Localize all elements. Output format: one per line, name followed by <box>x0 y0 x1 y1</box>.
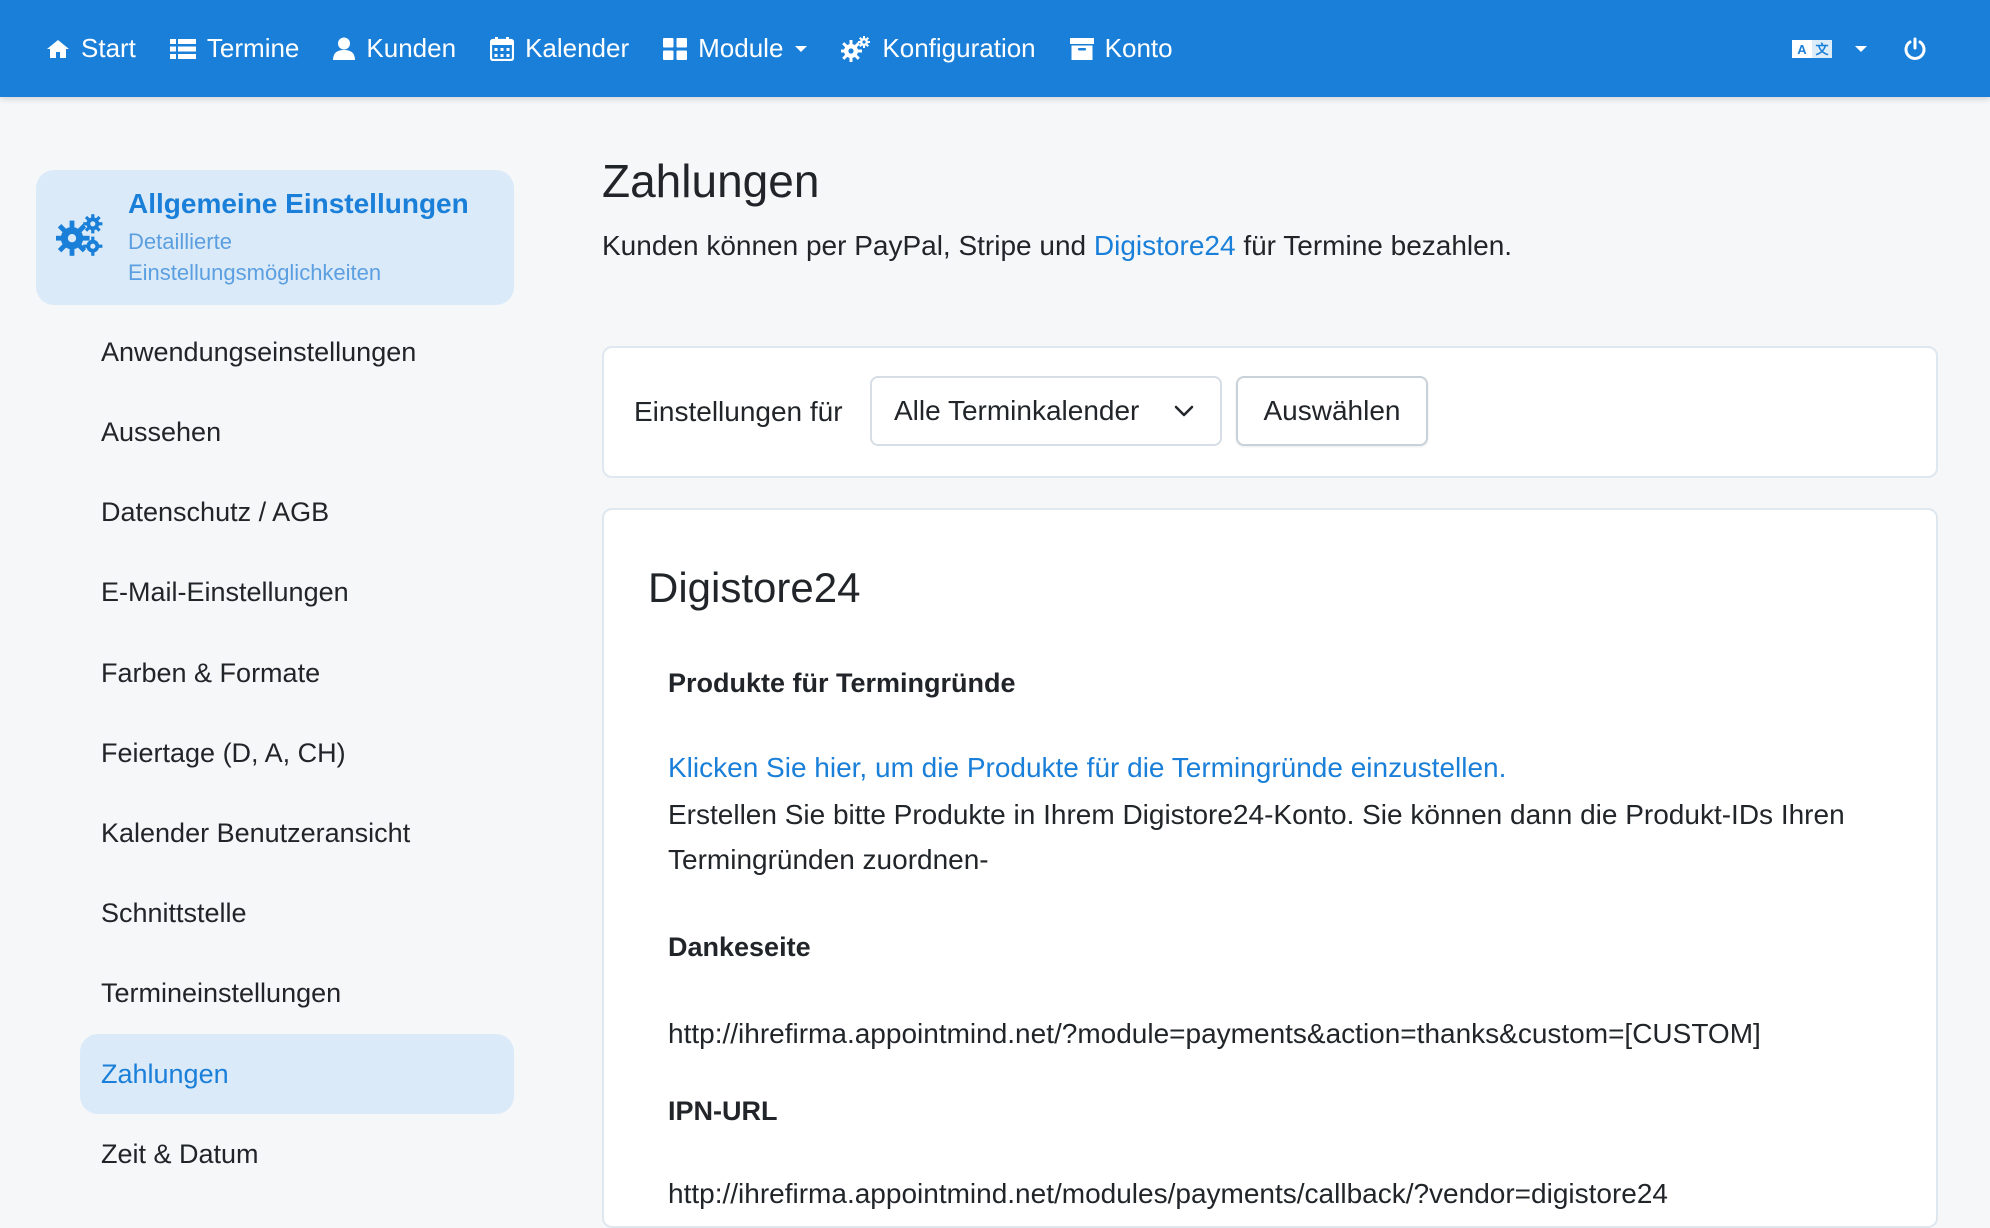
digistore24-card: Digistore24 Produkte für Termingründe Kl… <box>602 508 1938 1228</box>
language-icon: A文 <box>1792 39 1832 58</box>
svg-text:A: A <box>1797 42 1807 57</box>
nav-start-label: Start <box>81 33 136 63</box>
nav-termine[interactable]: Termine <box>153 0 316 97</box>
products-heading: Produkte für Termingründe <box>668 668 1016 698</box>
ipn-heading: IPN-URL <box>668 1096 778 1126</box>
nav-kunden[interactable]: Kunden <box>316 0 473 97</box>
sidebar-item-anwendungseinstellungen[interactable]: Anwendungseinstellungen <box>80 312 514 392</box>
select-button[interactable]: Auswählen <box>1236 376 1428 446</box>
nav-konfiguration-label: Konfiguration <box>882 33 1036 63</box>
nav-termine-label: Termine <box>206 33 300 63</box>
intro-text-start: Kunden können per PayPal, Stripe und <box>602 230 1094 261</box>
nav-kalender[interactable]: Kalender <box>473 0 646 97</box>
digistore24-link[interactable]: Digistore24 <box>1094 230 1236 261</box>
nav-module[interactable]: Module <box>646 0 824 97</box>
intro-text: Kunden können per PayPal, Stripe und Dig… <box>602 230 1512 262</box>
thanks-url: http://ihrefirma.appointmind.net/?module… <box>668 1018 1761 1049</box>
sidebar-item-schnittstelle[interactable]: Schnittstelle <box>80 873 514 953</box>
intro-text-end: für Termine bezahlen. <box>1235 230 1513 261</box>
chevron-down-icon <box>1855 45 1867 52</box>
language-menu[interactable]: A文 <box>1774 0 1885 97</box>
nav-konto[interactable]: Konto <box>1053 0 1190 97</box>
nav-module-label: Module <box>698 33 784 63</box>
ipn-url: http://ihrefirma.appointmind.net/modules… <box>668 1178 1669 1209</box>
calendar-select-value: Alle Terminkalender <box>894 395 1140 426</box>
calendar-settings-card: Einstellungen für Alle Terminkalender Au… <box>602 346 1938 478</box>
svg-text:文: 文 <box>1815 42 1829 57</box>
sidebar-item-datenschutz[interactable]: Datenschutz / AGB <box>80 472 514 552</box>
calendar-icon <box>490 36 515 61</box>
settings-for-label: Einstellungen für <box>634 396 843 427</box>
chevron-down-icon <box>795 45 808 52</box>
products-config-link[interactable]: Klicken Sie hier, um die Produkte für di… <box>668 752 1506 784</box>
sidebar-item-zahlungen[interactable]: Zahlungen <box>80 1034 514 1114</box>
user-icon <box>333 37 356 60</box>
home-icon <box>47 39 69 58</box>
products-description: Erstellen Sie bitte Produkte in Ihrem Di… <box>668 799 1845 875</box>
nav-start[interactable]: Start <box>0 0 153 97</box>
page-title: Zahlungen <box>602 155 820 207</box>
nav-kalender-label: Kalender <box>525 33 630 63</box>
sidebar-item-kalender-benutzeransicht[interactable]: Kalender Benutzeransicht <box>80 793 514 873</box>
nav-kunden-label: Kunden <box>366 33 457 63</box>
sidebar-header-subtitle: Detaillierte Einstellungsmöglichkeiten <box>128 229 382 285</box>
calendar-select[interactable]: Alle Terminkalender <box>870 376 1222 446</box>
gears-icon <box>54 214 103 256</box>
sidebar-item-feiertage[interactable]: Feiertage (D, A, CH) <box>80 713 514 793</box>
list-icon <box>169 38 196 59</box>
top-navbar: Start Termine Kunden Kalender Module Kon… <box>0 0 1990 97</box>
gears-icon <box>841 35 871 62</box>
archive-icon <box>1069 37 1094 60</box>
sidebar-item-termineinstellungen[interactable]: Termineinstellungen <box>80 953 514 1033</box>
sidebar-item-farben[interactable]: Farben & Formate <box>80 633 514 713</box>
logout-button[interactable] <box>1885 0 1990 97</box>
nav-konfiguration[interactable]: Konfiguration <box>824 0 1052 97</box>
grid-icon <box>663 37 688 60</box>
sidebar-item-aussehen[interactable]: Aussehen <box>80 392 514 472</box>
nav-konto-label: Konto <box>1104 33 1173 63</box>
sidebar-header[interactable]: Allgemeine Einstellungen Detaillierte Ei… <box>36 170 514 305</box>
card-title: Digistore24 <box>648 564 861 611</box>
thanks-heading: Dankeseite <box>668 932 811 962</box>
chevron-down-icon <box>1174 405 1194 417</box>
sidebar-item-zeit-datum[interactable]: Zeit & Datum <box>80 1114 514 1194</box>
sidebar-header-title: Allgemeine Einstellungen <box>128 188 469 219</box>
sidebar-item-email[interactable]: E-Mail-Einstellungen <box>80 552 514 632</box>
power-icon <box>1904 37 1926 60</box>
